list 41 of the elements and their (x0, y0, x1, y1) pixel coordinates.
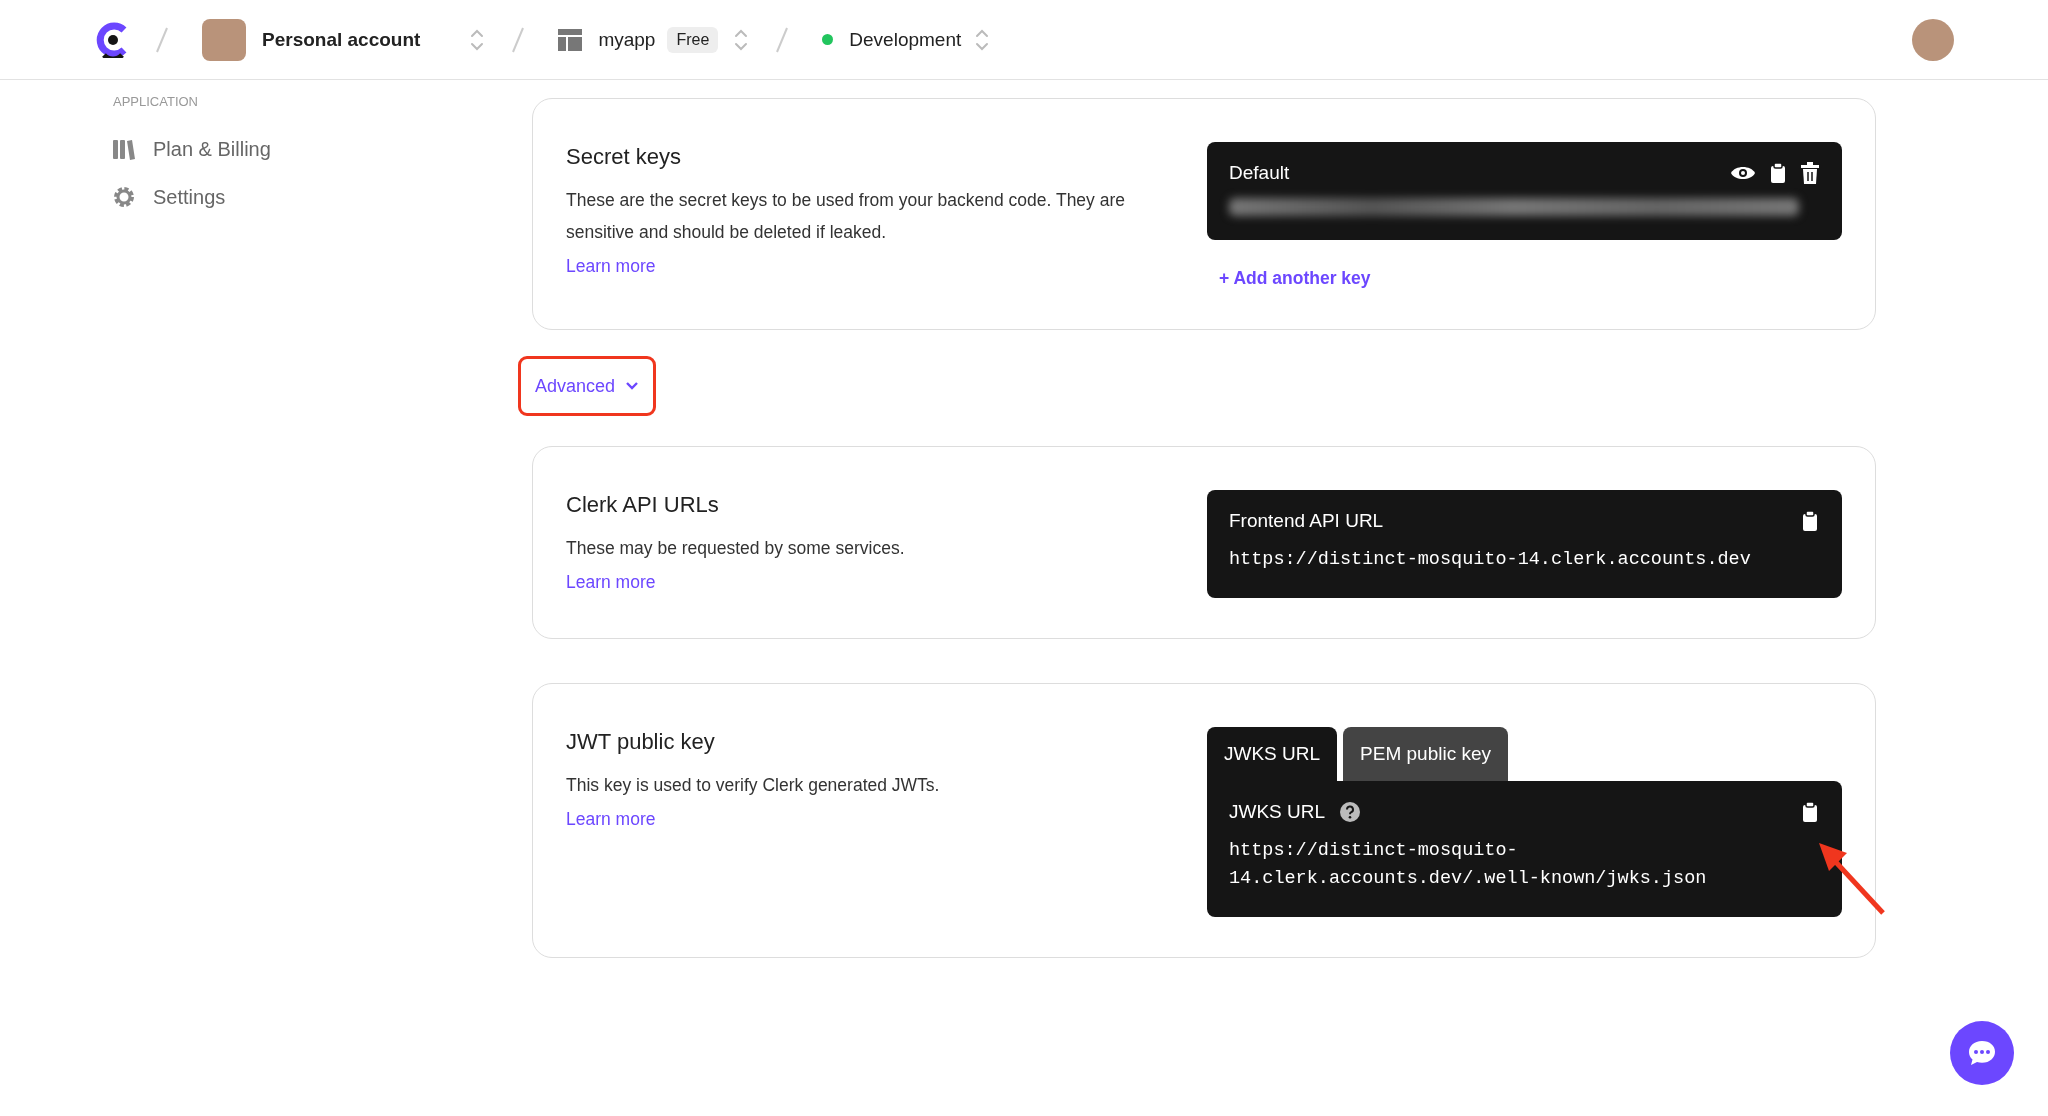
help-icon (1339, 801, 1362, 823)
tab[interactable]: JWKS URL (1207, 727, 1338, 781)
tab[interactable]: PEM public key (1343, 727, 1509, 781)
breadcrumb-divider-icon (776, 26, 789, 53)
card-title: JWT public key (566, 729, 716, 755)
app-name[interactable]: myapp (598, 28, 656, 51)
card-title: Clerk API URLs (566, 492, 720, 518)
plan-badge: Free (667, 26, 719, 53)
avatar-placeholder (202, 18, 246, 61)
sidebar-item[interactable]: Settings (113, 173, 532, 221)
panel-title: JWKS URL (1229, 801, 1326, 823)
chat-icon (1967, 1039, 1997, 1067)
card-title: Secret keys (566, 144, 682, 170)
card-description: These are the secret keys to be used from your backend code. They are sensitive and should be deleted if leaked. (566, 189, 1126, 244)
learn-more-link[interactable]: Learn more (566, 572, 656, 593)
clipboard-icon[interactable] (1800, 801, 1820, 823)
annotation-arrow-icon (1817, 841, 1887, 917)
advanced-toggle[interactable]: Advanced (518, 356, 657, 416)
breadcrumb-divider-icon (156, 26, 168, 53)
learn-more-link[interactable]: Learn more (566, 256, 656, 277)
breadcrumb-divider-icon (512, 26, 525, 53)
clipboard-icon[interactable] (1768, 162, 1788, 184)
environment-name[interactable]: Development (849, 28, 962, 51)
trash-icon[interactable] (1800, 162, 1820, 184)
add-key-link[interactable]: + Add another key (1219, 268, 1371, 289)
user-avatar[interactable] (1912, 18, 1954, 61)
settings-icon (113, 186, 135, 208)
account-name[interactable]: Personal account (262, 28, 421, 51)
status-dot (822, 34, 834, 45)
section-heading: APPLICATION (113, 94, 199, 109)
layout-icon (558, 28, 583, 51)
card-description: This key is used to verify Clerk generated JWTs. (566, 774, 941, 797)
panel-title: Frontend API URL (1229, 510, 1384, 532)
card-description: These may be requested by some services. (566, 537, 906, 560)
url-text: https://distinct-mosquito-14.clerk.accounts.dev (1229, 548, 1752, 572)
learn-more-link[interactable]: Learn more (566, 809, 656, 830)
url-text: https://distinct-mosquito-14.clerk.accounts.dev/.well-known/jwks.json (1229, 839, 1708, 891)
key-name: Default (1229, 162, 1290, 184)
books-icon (113, 138, 135, 160)
clipboard-icon[interactable] (1800, 510, 1820, 532)
sidebar-item[interactable]: Plan & Billing (113, 125, 532, 173)
